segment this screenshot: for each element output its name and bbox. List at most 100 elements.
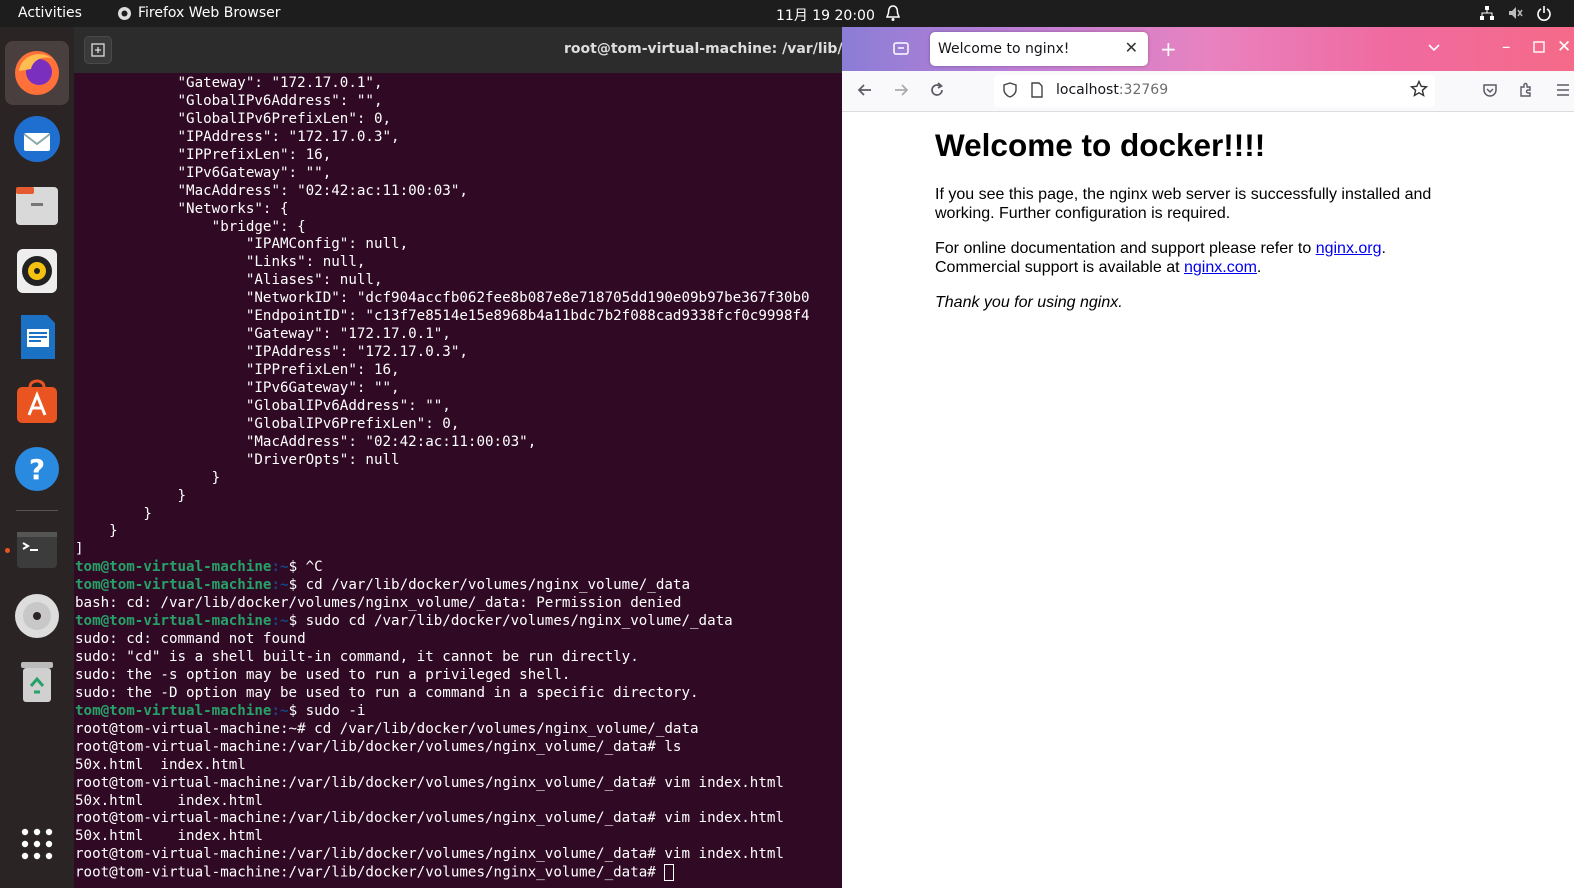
dock-separator — [16, 510, 58, 511]
line-text: "Gateway": "172.17.0.1", — [75, 75, 383, 91]
close-window-icon[interactable]: ✕ — [1557, 37, 1571, 57]
maximize-icon[interactable] — [1532, 39, 1546, 59]
terminal-line: "GlobalIPv6Address": "", — [75, 398, 842, 416]
terminal-title: root@tom-virtual-machine: /var/lib/docke… — [564, 41, 842, 57]
terminal-output[interactable]: "Gateway": "172.17.0.1", "GlobalIPv6Addr… — [75, 75, 842, 882]
bell-icon[interactable] — [885, 4, 901, 26]
line-text: sudo: "cd" is a shell built-in command, … — [75, 649, 639, 665]
tab-title: Welcome to nginx! — [938, 41, 1070, 57]
close-icon[interactable]: ✕ — [1125, 38, 1138, 57]
line-text: "IPPrefixLen": 16, — [75, 146, 332, 163]
chevron-down-icon[interactable] — [1426, 39, 1442, 60]
prompt-user: tom@tom-virtual-machine — [75, 559, 272, 576]
line-text: root@tom-virtual-machine:/var/lib/docker… — [75, 738, 682, 755]
url-bar[interactable]: localhost:32769 — [994, 75, 1435, 107]
terminal-line: "DriverOpts": null — [75, 452, 842, 470]
terminal-line: "IPAddress": "172.17.0.3", — [75, 129, 842, 147]
terminal-line: } — [75, 506, 842, 524]
terminal-line: ] — [75, 541, 842, 559]
url-text[interactable]: localhost:32769 — [1056, 82, 1168, 98]
terminal-line: sudo: cd: command not found — [75, 631, 842, 649]
dock: ? — [0, 27, 74, 888]
punct: . — [1381, 239, 1386, 257]
activities-button[interactable]: Activities — [18, 5, 82, 21]
extensions-icon[interactable] — [1518, 82, 1534, 103]
terminal-line: "NetworkID": "dcf904accfb062fee8b087e8e7… — [75, 290, 842, 308]
line-text: "GlobalIPv6PrefixLen": 0, — [75, 110, 392, 127]
trash-icon[interactable] — [5, 650, 69, 714]
prompt-path: :~ — [271, 613, 289, 630]
line-text: } — [75, 487, 187, 504]
writer-icon[interactable] — [5, 305, 69, 369]
reload-icon[interactable] — [928, 81, 946, 104]
prompt-path: :~ — [271, 559, 289, 576]
terminal-line: 50x.html index.html — [75, 757, 842, 775]
menu-icon[interactable] — [1555, 82, 1571, 103]
rhythmbox-icon[interactable] — [5, 239, 69, 303]
bookmark-star-icon[interactable] — [1409, 79, 1429, 103]
new-tab-icon — [91, 43, 105, 57]
tab-overview-icon[interactable] — [892, 39, 910, 62]
forward-icon[interactable] — [892, 81, 910, 104]
terminal-line: sudo: "cd" is a shell built-in command, … — [75, 649, 842, 667]
terminal-line: root@tom-virtual-machine:/var/lib/docker… — [75, 846, 842, 864]
nginx-com-link[interactable]: nginx.com — [1184, 259, 1257, 276]
tab-welcome-nginx[interactable]: Welcome to nginx! ✕ — [930, 32, 1148, 66]
terminal-window[interactable]: root@tom-virtual-machine: /var/lib/docke… — [74, 27, 842, 888]
line-text: "GlobalIPv6Address": "", — [75, 397, 451, 414]
prompt-path: :~ — [271, 577, 289, 594]
terminal-line: "GlobalIPv6PrefixLen": 0, — [75, 111, 842, 129]
support-text: For online documentation and support ple… — [935, 239, 1316, 257]
nginx-org-link[interactable]: nginx.org — [1316, 240, 1382, 257]
terminal-line: tom@tom-virtual-machine:~$ sudo -i — [75, 703, 842, 721]
line-text: bash: cd: /var/lib/docker/volumes/nginx_… — [75, 595, 682, 612]
terminal-line: "Links": null, — [75, 254, 842, 272]
software-icon[interactable] — [5, 371, 69, 435]
terminal-line: "Gateway": "172.17.0.1", — [75, 75, 842, 93]
new-tab-button[interactable] — [84, 36, 112, 64]
line-text: } — [75, 523, 118, 540]
app-grid-icon[interactable] — [5, 812, 69, 876]
line-text: $ sudo cd /var/lib/docker/volumes/nginx_… — [288, 613, 733, 630]
network-icon[interactable] — [1479, 5, 1495, 25]
line-text: "MacAddress": "02:42:ac:11:00:03", — [75, 433, 537, 450]
terminal-line: root@tom-virtual-machine:/var/lib/docker… — [75, 739, 842, 757]
line-text: 50x.html index.html — [75, 828, 263, 845]
line-text: "IPPrefixLen": 16, — [75, 362, 400, 378]
firefox-icon[interactable] — [5, 41, 69, 105]
volume-muted-icon[interactable] — [1507, 5, 1523, 25]
thanks-paragraph: Thank you for using nginx. — [935, 293, 1455, 312]
disc-icon[interactable] — [5, 584, 69, 648]
prompt-user: tom@tom-virtual-machine — [75, 702, 272, 719]
power-icon[interactable] — [1536, 5, 1552, 25]
terminal-line: tom@tom-virtual-machine:~$ sudo cd /var/… — [75, 613, 842, 631]
line-text: "MacAddress": "02:42:ac:11:00:03", — [75, 182, 468, 199]
back-icon[interactable] — [856, 81, 874, 104]
clock[interactable]: 11月 19 20:00 — [776, 5, 875, 25]
line-text: "IPAddress": "172.17.0.3", — [75, 344, 468, 361]
terminal-line: "GlobalIPv6Address": "", — [75, 93, 842, 111]
files-icon[interactable] — [5, 173, 69, 237]
terminal-line: "Gateway": "172.17.0.1", — [75, 326, 842, 344]
app-menu[interactable]: Firefox Web Browser — [138, 5, 281, 21]
terminal-header: root@tom-virtual-machine: /var/lib/docke… — [74, 27, 842, 73]
page-info-icon[interactable] — [1030, 82, 1044, 103]
pocket-icon[interactable] — [1482, 82, 1498, 103]
help-icon[interactable]: ? — [5, 437, 69, 501]
page-heading: Welcome to docker!!!! — [935, 127, 1266, 163]
line-text: } — [75, 505, 152, 522]
new-tab-icon[interactable]: + — [1160, 37, 1177, 61]
terminal-icon[interactable] — [5, 518, 69, 582]
minimize-icon[interactable]: – — [1502, 37, 1511, 57]
terminal-line: "IPAMConfig": null, — [75, 236, 842, 254]
firefox-window: Welcome to nginx! ✕ + – ✕ localhost:3276… — [842, 27, 1574, 888]
line-text: sudo: the -D option may be used to run a… — [75, 684, 699, 701]
thunderbird-icon[interactable] — [5, 107, 69, 171]
commercial-text: Commercial support is available at — [935, 258, 1184, 276]
support-paragraph: For online documentation and support ple… — [935, 239, 1455, 277]
terminal-line: } — [75, 523, 842, 541]
terminal-line: "IPv6Gateway": "", — [75, 165, 842, 183]
terminal-line: sudo: the -s option may be used to run a… — [75, 667, 842, 685]
shield-icon[interactable] — [1002, 82, 1018, 103]
terminal-line: "MacAddress": "02:42:ac:11:00:03", — [75, 183, 842, 201]
